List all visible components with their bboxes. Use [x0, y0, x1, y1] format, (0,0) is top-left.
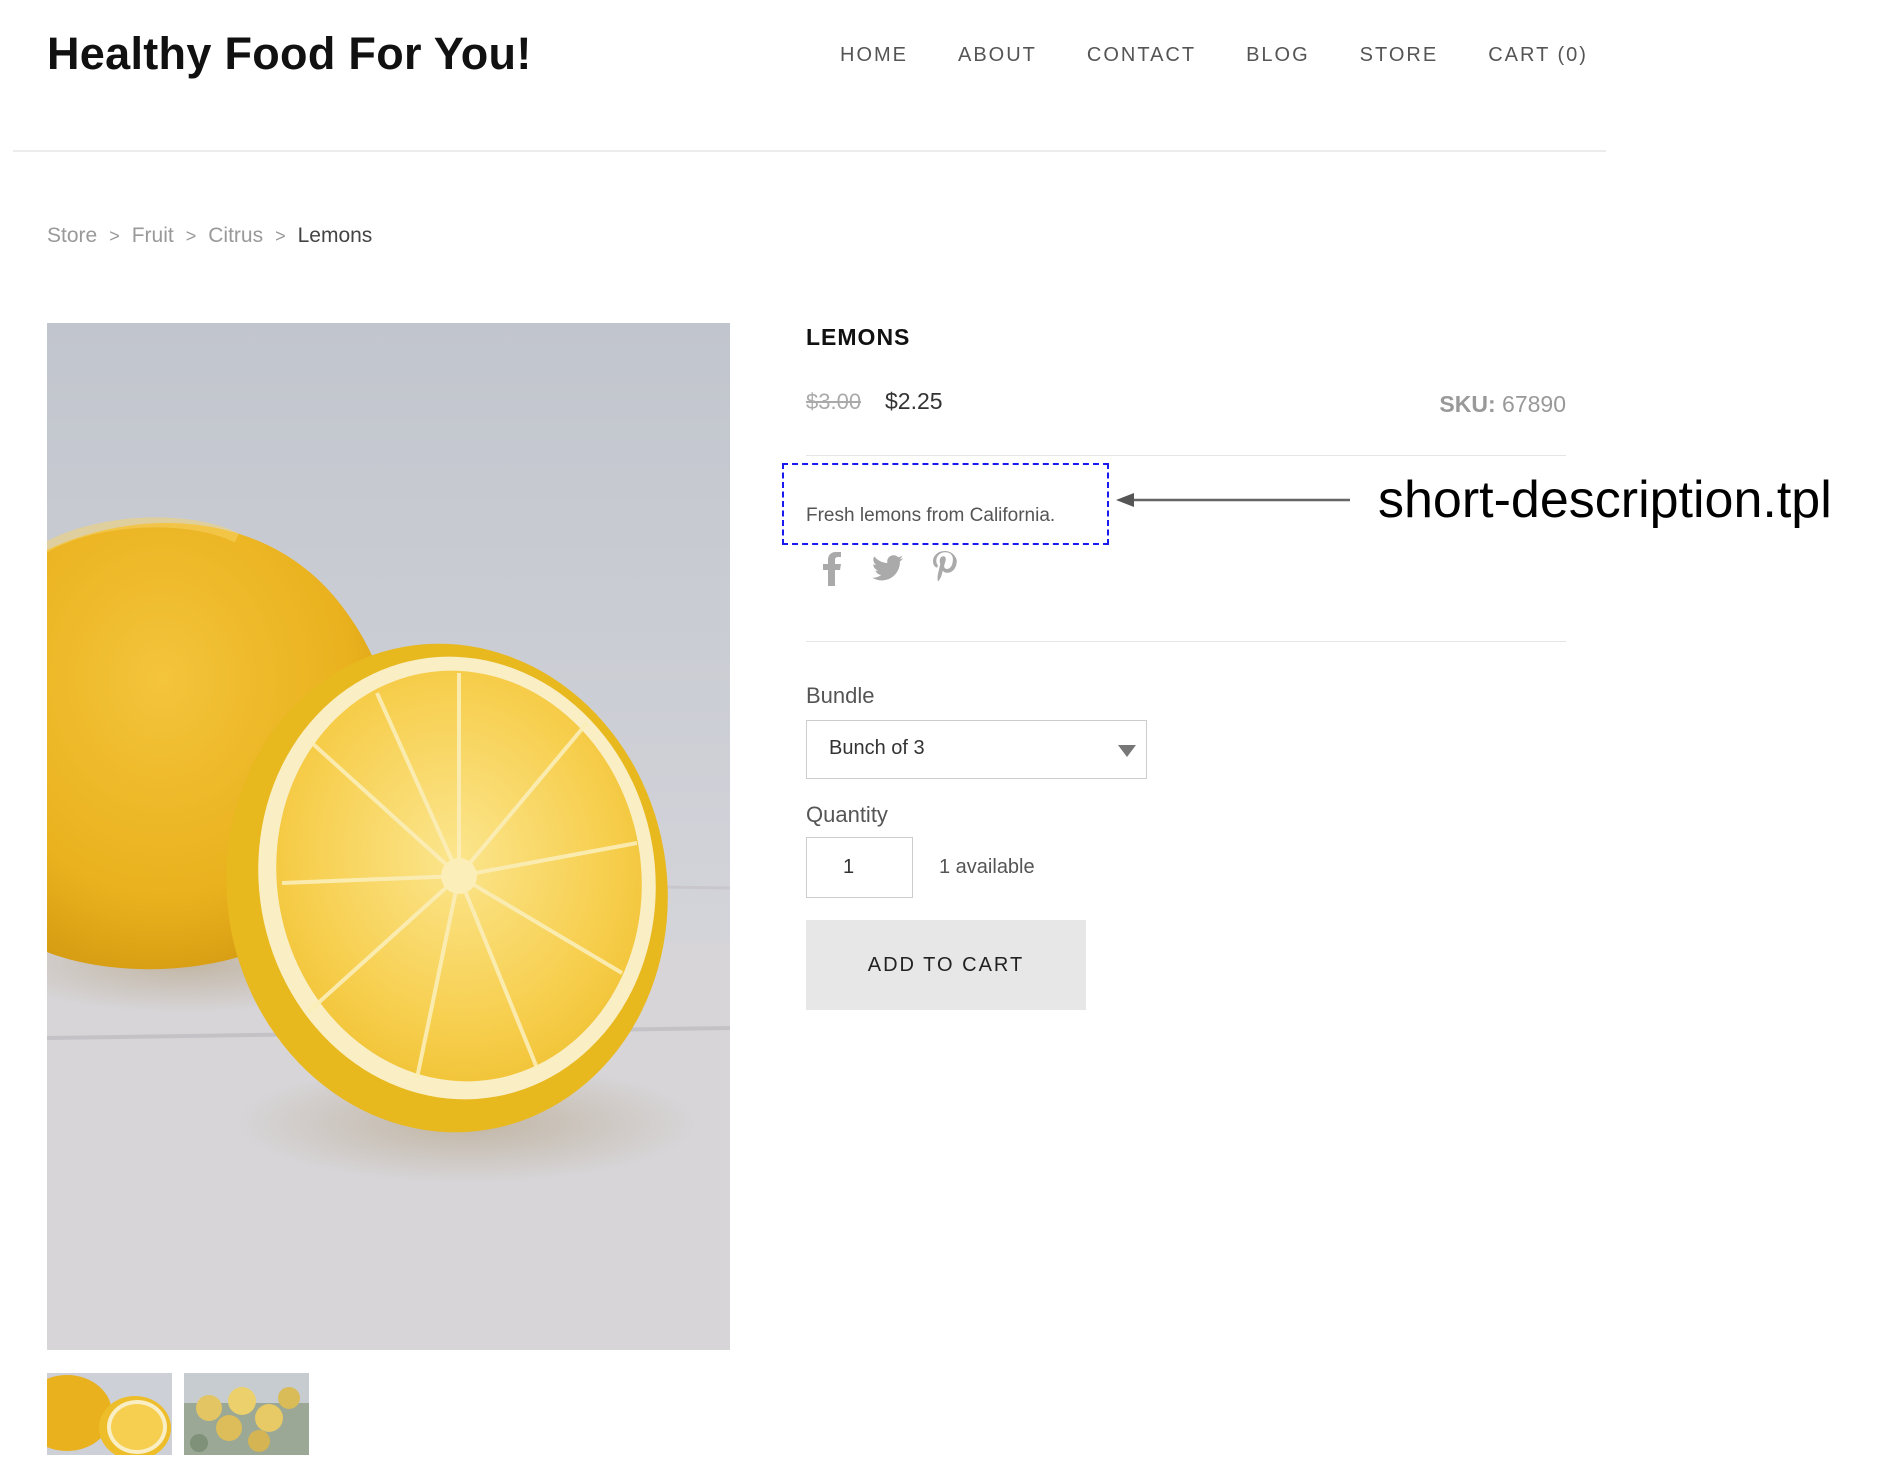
sale-price: $2.25 [885, 388, 943, 414]
divider [806, 641, 1566, 642]
nav-store[interactable]: STORE [1360, 44, 1439, 67]
breadcrumb-fruit[interactable]: Fruit [132, 224, 174, 248]
sku-label: SKU: [1439, 391, 1496, 417]
nav-blog[interactable]: BLOG [1246, 44, 1310, 67]
pinterest-icon[interactable] [928, 550, 960, 586]
breadcrumb-separator: > [109, 225, 120, 246]
bundle-select[interactable]: Bunch of 3 [806, 720, 1147, 779]
bundle-selected-value: Bunch of 3 [829, 737, 925, 759]
availability-text: 1 available [939, 856, 1035, 878]
add-to-cart-button[interactable]: ADD TO CART [806, 920, 1086, 1010]
nav-about[interactable]: ABOUT [958, 44, 1037, 67]
annotation-label: short-description.tpl [1378, 471, 1832, 529]
product-main-image[interactable] [47, 323, 730, 1350]
product-title: LEMONS [806, 324, 911, 350]
breadcrumb-store[interactable]: Store [47, 224, 97, 248]
breadcrumb-current: Lemons [297, 224, 373, 247]
annotation-highlight-box [782, 463, 1109, 545]
divider [806, 455, 1566, 456]
sku: SKU: 67890 [1439, 391, 1566, 418]
breadcrumb-separator: > [275, 225, 286, 246]
product-thumbnail-2[interactable] [184, 1373, 309, 1455]
sku-value: 67890 [1502, 391, 1566, 417]
facebook-icon[interactable] [816, 550, 848, 586]
breadcrumb-separator: > [185, 225, 197, 246]
bundle-label: Bundle [806, 683, 875, 708]
quantity-label: Quantity [806, 802, 888, 827]
twitter-icon[interactable] [872, 550, 904, 586]
main-nav: HOME ABOUT CONTACT BLOG STORE CART (0) [840, 44, 1588, 67]
nav-contact[interactable]: CONTACT [1087, 44, 1196, 67]
nav-cart[interactable]: CART (0) [1488, 44, 1588, 67]
quantity-input[interactable] [806, 837, 913, 898]
annotation-arrow-icon [1116, 493, 1350, 507]
breadcrumb-citrus[interactable]: Citrus [208, 224, 263, 248]
header-divider [13, 150, 1606, 152]
product-thumbnail-1[interactable] [47, 1373, 172, 1455]
original-price: $3.00 [806, 389, 862, 414]
site-title[interactable]: Healthy Food For You! [47, 28, 532, 80]
breadcrumb: Store > Fruit > Citrus > Lemons [47, 224, 372, 248]
chevron-down-icon [1118, 745, 1136, 757]
nav-home[interactable]: HOME [840, 44, 908, 67]
social-share [816, 550, 960, 586]
